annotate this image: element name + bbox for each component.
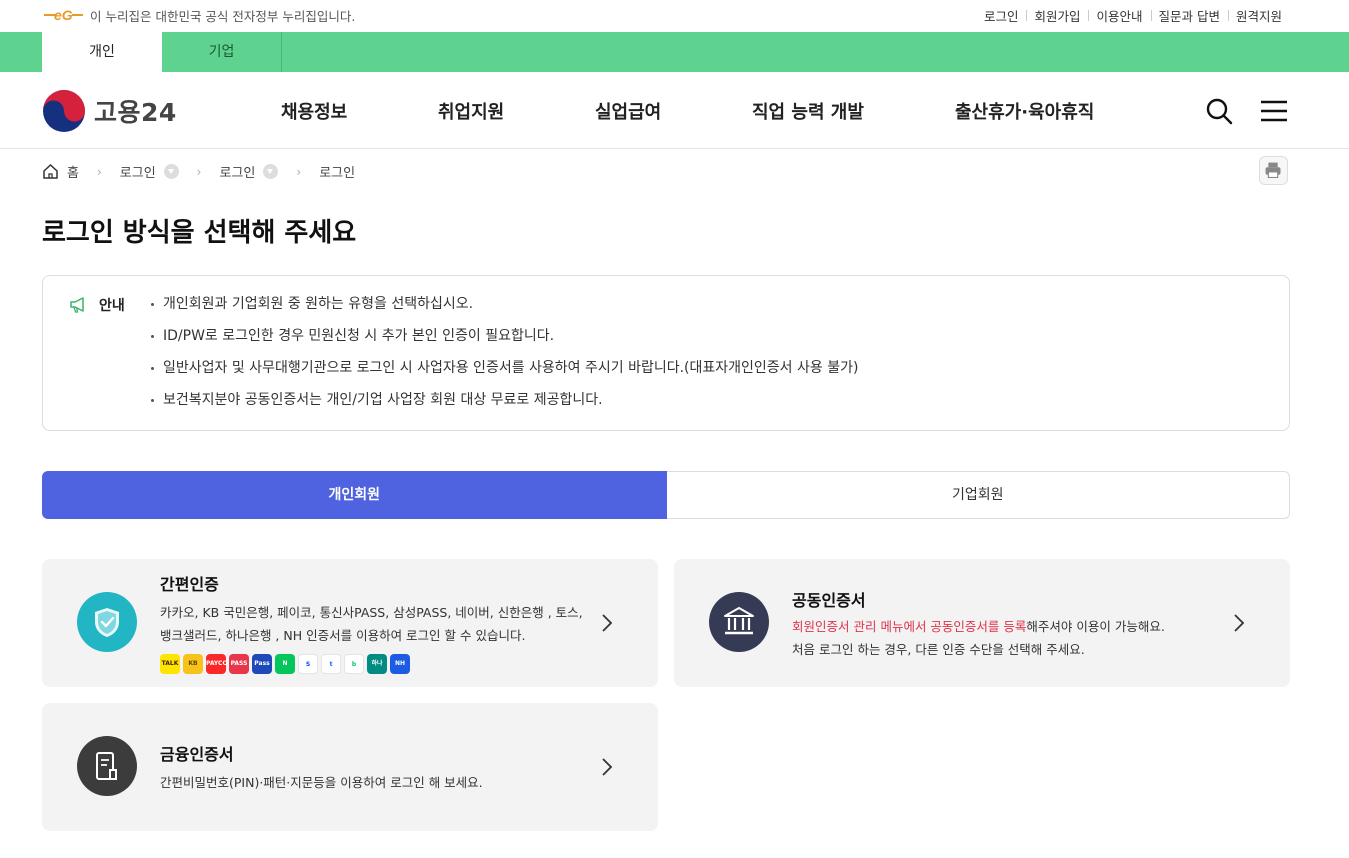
nav-employment-support[interactable]: 취업지원: [438, 98, 504, 124]
joint-cert-card[interactable]: 공동인증서 회원인증서 관리 메뉴에서 공동인증서를 등록해주셔야 이용이 가능…: [674, 559, 1290, 687]
member-type-tabs: 개인회원 기업회원: [42, 471, 1290, 519]
chevron-right-icon: [1234, 614, 1245, 632]
simple-auth-icon-circle: [77, 592, 137, 652]
breadcrumb-level1[interactable]: 로그인: [120, 162, 156, 181]
utility-bar: eG 이 누리집은 대한민국 공식 전자정부 누리집입니다. 로그인 회원가입 …: [0, 0, 1349, 32]
provider-badge-hana-icon: 하나: [367, 654, 387, 674]
simple-auth-title: 간편인증: [160, 575, 219, 594]
bank-building-icon: [724, 607, 754, 635]
site-logo[interactable]: 고용24: [42, 89, 177, 133]
provider-badge-pass-icon: PASS: [229, 654, 249, 674]
nav-unemployment-benefit[interactable]: 실업급여: [595, 98, 661, 124]
joint-cert-desc-rest: 해주셔야 이용이 가능해요.: [1026, 619, 1165, 634]
nav-parental-leave[interactable]: 출산휴가·육아휴직: [955, 98, 1094, 124]
chevron-down-icon[interactable]: [163, 164, 179, 179]
simple-auth-desc-line2: 뱅크샐러드, 하나은행 , NH 인증서를 이용하여 로그인 할 수 있습니다.: [160, 628, 526, 643]
user-type-strip: 개인 기업: [0, 32, 1349, 72]
provider-badge-payco-icon: PAYCO: [206, 654, 226, 674]
printer-icon: [1265, 162, 1281, 179]
notice-item: 보건복지분야 공동인증서는 개인/기업 사업장 회원 대상 무료로 제공합니다.: [149, 390, 858, 422]
joint-cert-icon-circle: [709, 592, 769, 652]
chevron-down-icon[interactable]: [263, 164, 279, 179]
finance-cert-desc: 간편비밀번호(PIN)·패턴·지문등을 이용하여 로그인 해 보세요.: [160, 775, 483, 790]
util-link-guide[interactable]: 이용안내: [1088, 6, 1150, 25]
nav-jobs[interactable]: 채용정보: [281, 98, 347, 124]
provider-badges: TALK KB PAYCO PASS Pass N St b 하나 NH: [160, 654, 413, 674]
chevron-right-icon: ›: [96, 164, 102, 179]
provider-badge-toss-icon: t: [321, 654, 341, 674]
joint-cert-warning[interactable]: 회원인증서 관리 메뉴에서 공동인증서를 등록: [792, 619, 1026, 634]
provider-badge-shinhan-icon: S: [298, 654, 318, 674]
taegeuk-logo-icon: [43, 90, 85, 132]
chevron-right-icon: [602, 614, 613, 632]
notice-item: 일반사업자 및 사무대행기관으로 로그인 시 사업자용 인증서를 사용하여 주시…: [149, 358, 858, 390]
strip-tab-personal[interactable]: 개인: [42, 32, 162, 72]
gov-notice-text: 이 누리집은 대한민국 공식 전자정부 누리집입니다.: [90, 8, 356, 24]
notice-list: 개인회원과 기업회원 중 원하는 유형을 선택하십시오. ID/PW로 로그인한…: [149, 294, 858, 422]
hamburger-menu-icon[interactable]: [1260, 97, 1288, 125]
chevron-right-icon: ›: [196, 164, 202, 179]
shield-check-icon: [95, 608, 119, 637]
breadcrumb: 홈 › 로그인 › 로그인 › 로그인: [42, 162, 355, 181]
util-link-signup[interactable]: 회원가입: [1026, 6, 1088, 25]
provider-badge-kb-icon: KB: [183, 654, 203, 674]
notice-box: 안내 개인회원과 기업회원 중 원하는 유형을 선택하십시오. ID/PW로 로…: [42, 275, 1290, 431]
print-button[interactable]: [1259, 156, 1288, 185]
breadcrumb-current: 로그인: [319, 166, 356, 181]
notice-item: ID/PW로 로그인한 경우 민원신청 시 추가 본인 인증이 필요합니다.: [149, 326, 858, 358]
joint-cert-title: 공동인증서: [792, 591, 866, 610]
provider-badge-samsung-pass-icon: Pass: [252, 654, 272, 674]
provider-badge-nh-icon: NH: [390, 654, 410, 674]
gov-notice: eG 이 누리집은 대한민국 공식 전자정부 누리집입니다.: [42, 5, 355, 25]
joint-cert-desc: 회원인증서 관리 메뉴에서 공동인증서를 등록해주셔야 이용이 가능해요. 처음…: [792, 615, 1165, 661]
breadcrumb-level2[interactable]: 로그인: [219, 162, 255, 181]
search-icon[interactable]: [1205, 97, 1233, 125]
strip-tab-company[interactable]: 기업: [162, 32, 282, 72]
nav-skills-development[interactable]: 직업 능력 개발: [752, 98, 864, 124]
provider-badge-kakao-icon: TALK: [160, 654, 180, 674]
notice-label: 안내: [69, 295, 125, 315]
logo-text: 고용24: [94, 98, 177, 127]
util-links: 로그인 회원가입 이용안내 질문과 답변 원격지원: [976, 6, 1290, 25]
certificate-document-icon: [96, 752, 117, 780]
breadcrumb-home[interactable]: 홈: [67, 162, 79, 181]
finance-cert-title: 금융인증서: [160, 745, 234, 764]
finance-cert-card[interactable]: 금융인증서 간편비밀번호(PIN)·패턴·지문등을 이용하여 로그인 해 보세요…: [42, 703, 658, 831]
chevron-right-icon: [602, 758, 613, 776]
provider-badge-naver-icon: N: [275, 654, 295, 674]
notice-item: 개인회원과 기업회원 중 원하는 유형을 선택하십시오.: [149, 294, 858, 326]
simple-auth-desc: 카카오, KB 국민은행, 페이코, 통신사PASS, 삼성PASS, 네이버,…: [160, 601, 583, 647]
notice-label-text: 안내: [99, 298, 125, 314]
chevron-right-icon: ›: [296, 164, 302, 179]
megaphone-icon: [70, 297, 84, 313]
util-link-login[interactable]: 로그인: [976, 6, 1027, 25]
util-link-qna[interactable]: 질문과 답변: [1150, 6, 1228, 25]
simple-auth-desc-line1: 카카오, KB 국민은행, 페이코, 통신사PASS, 삼성PASS, 네이버,…: [160, 605, 583, 620]
tab-personal-member[interactable]: 개인회원: [42, 471, 667, 519]
page-title: 로그인 방식을 선택해 주세요: [42, 218, 357, 248]
util-link-remote[interactable]: 원격지원: [1227, 6, 1290, 25]
site-header: 고용24 채용정보 취업지원 실업급여 직업 능력 개발 출산휴가·육아휴직: [0, 72, 1349, 149]
joint-cert-desc-line2: 처음 로그인 하는 경우, 다른 인증 수단을 선택해 주세요.: [792, 642, 1085, 657]
home-icon[interactable]: [42, 163, 59, 180]
egov-logo-icon: eG: [44, 7, 83, 23]
provider-badge-banksalad-icon: b: [344, 654, 364, 674]
finance-cert-icon-circle: [77, 736, 137, 796]
svg-text:eG: eG: [54, 7, 73, 23]
tab-company-member[interactable]: 기업회원: [666, 471, 1290, 519]
simple-auth-card[interactable]: 간편인증 카카오, KB 국민은행, 페이코, 통신사PASS, 삼성PASS,…: [42, 559, 658, 687]
